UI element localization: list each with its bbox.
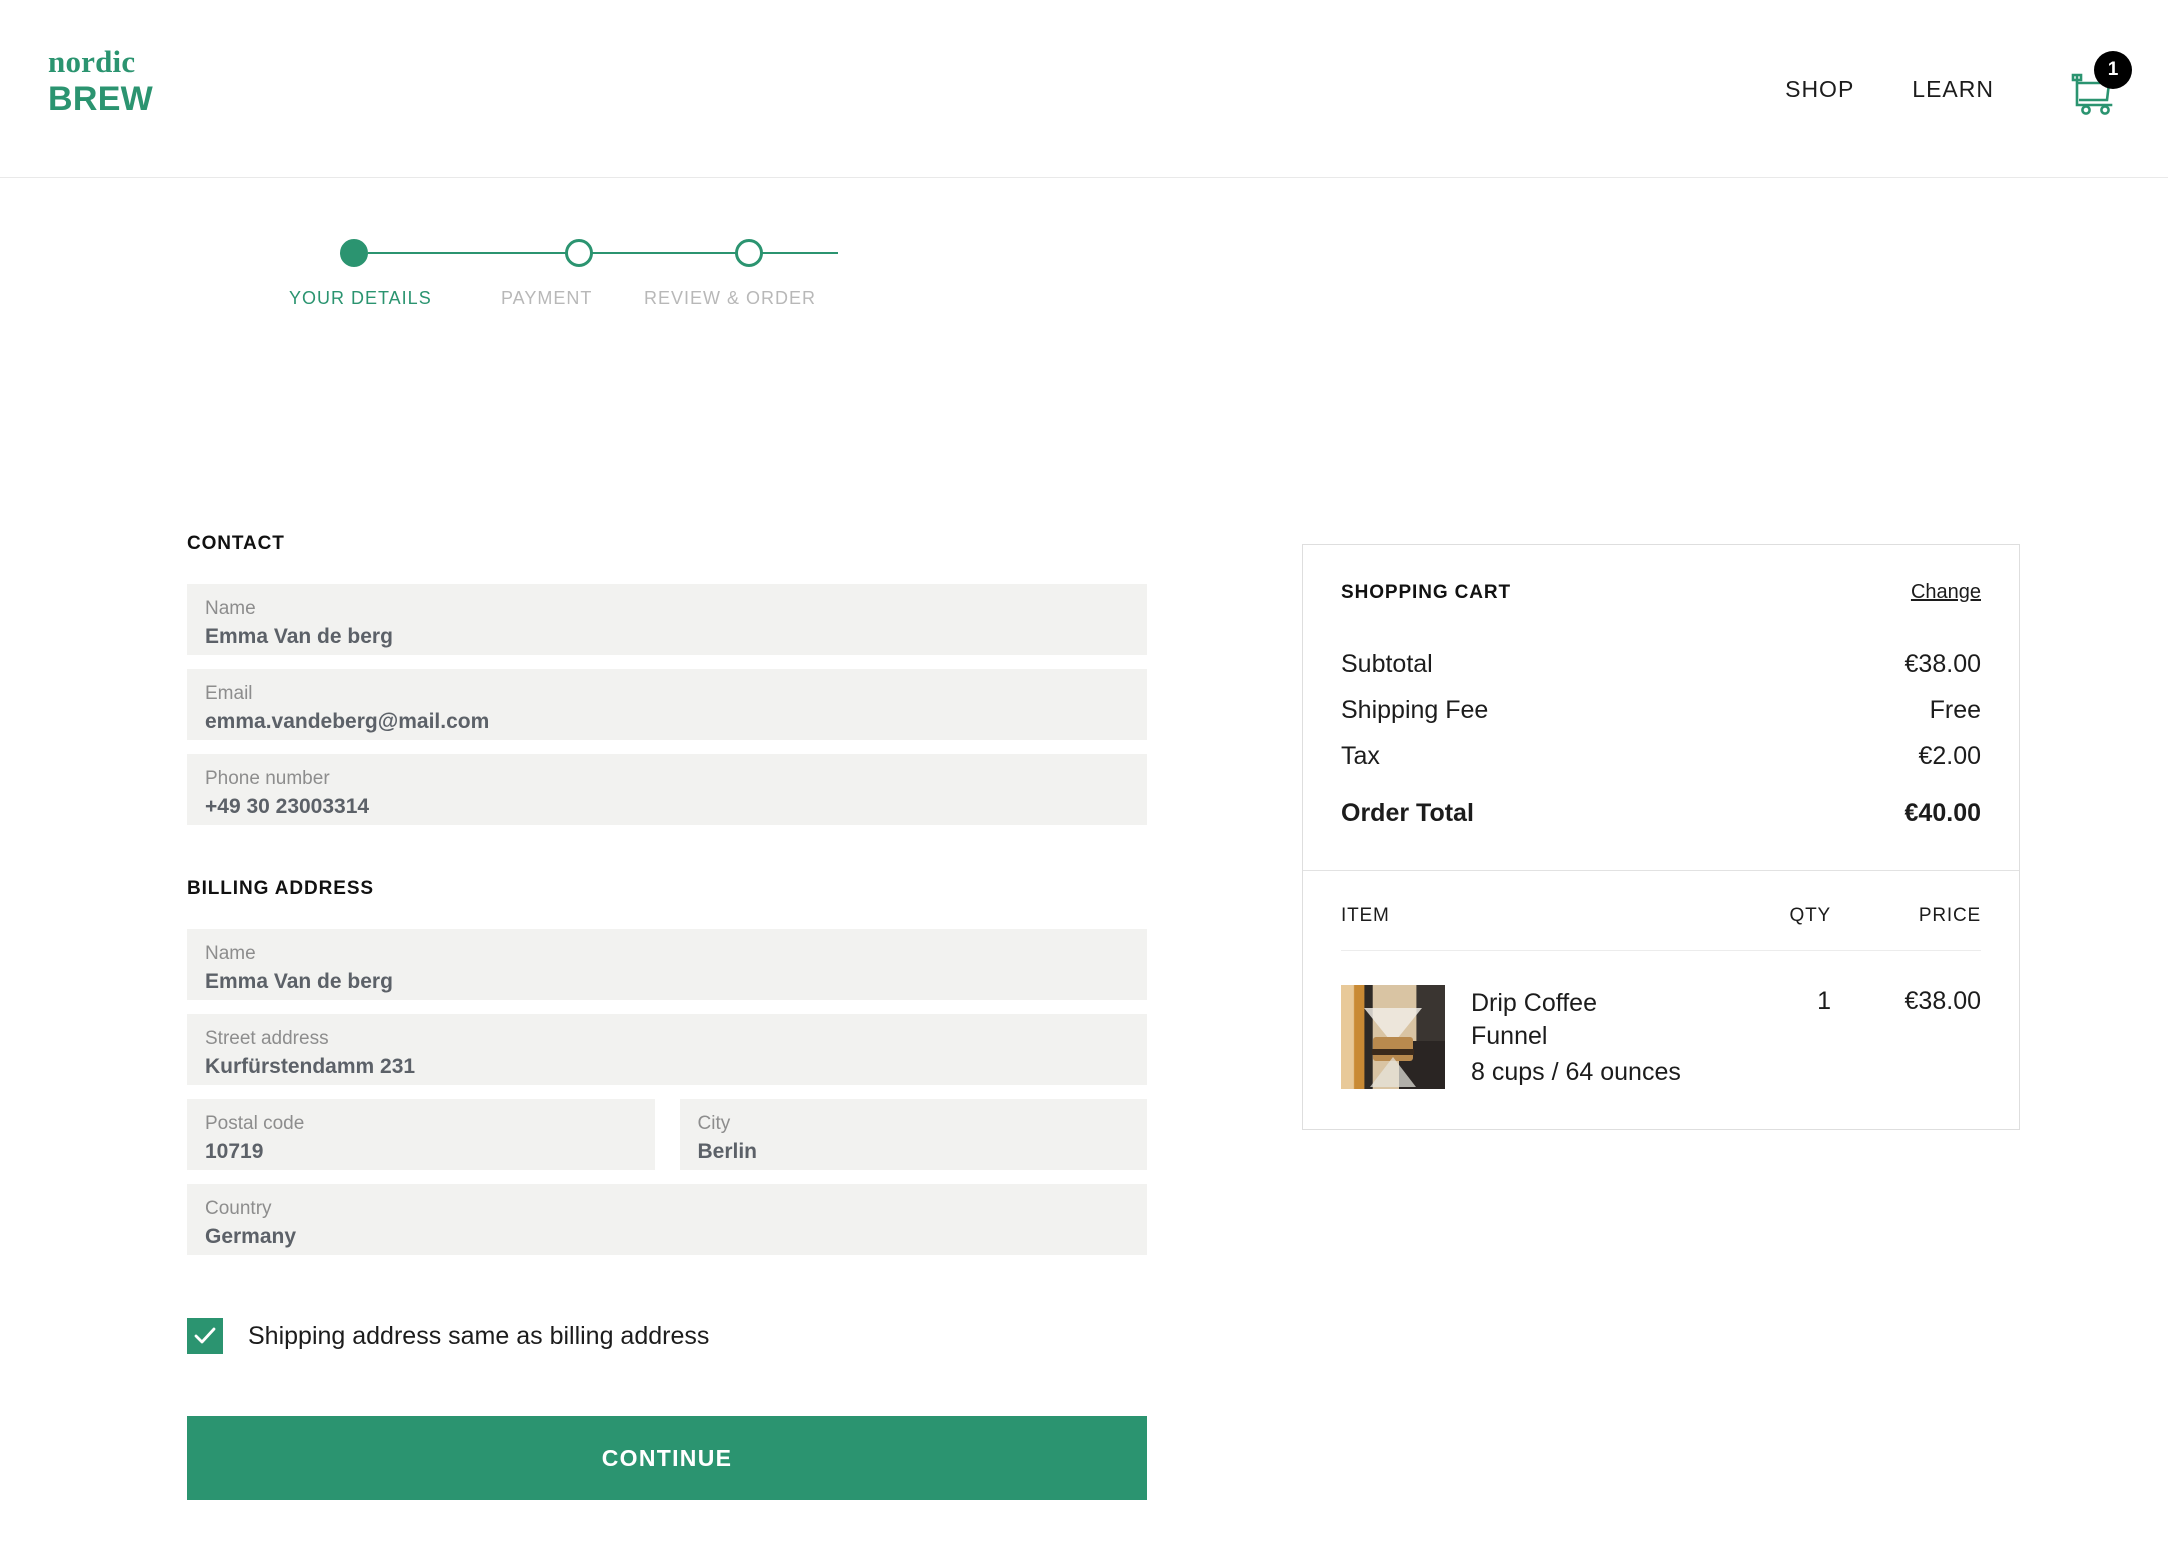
cart-change-link[interactable]: Change <box>1911 581 1981 604</box>
billing-city-field[interactable]: City Berlin <box>679 1099 1147 1170</box>
stepper-label-payment: PAYMENT <box>501 288 593 308</box>
billing-postal-label: Postal code <box>205 1113 305 1134</box>
contact-section-title: CONTACT <box>187 533 285 554</box>
cart-order-total-value: €40.00 <box>1904 799 1981 827</box>
cart-items-table: ITEM QTY PRICE Drip Coffee Funnel 8 cups… <box>1303 871 2019 1129</box>
cart-subtotal-value: €38.00 <box>1904 650 1981 678</box>
billing-postal-city-row: Postal code 10719 City Berlin <box>187 1099 1147 1170</box>
checkbox-box <box>187 1318 223 1354</box>
stepper-node-review-order[interactable] <box>735 239 763 267</box>
contact-phone-value: +49 30 23003314 <box>205 794 370 818</box>
cart-item-qty: 1 <box>1817 987 1831 1015</box>
billing-street-value: Kurfürstendamm 231 <box>205 1054 416 1078</box>
contact-name-value: Emma Van de berg <box>205 624 393 648</box>
cart-shipping-value: Free <box>1929 696 1981 724</box>
product-thumbnail <box>1341 985 1445 1089</box>
brand-logo[interactable]: nordic BREW <box>48 46 153 116</box>
billing-postal-value: 10719 <box>205 1139 264 1163</box>
cart-tax-row: Tax €2.00 <box>1341 742 1981 771</box>
billing-city-value: Berlin <box>697 1139 758 1163</box>
column-header-price: PRICE <box>1918 905 1981 926</box>
billing-section-title: BILLING ADDRESS <box>187 878 374 899</box>
contact-name-field[interactable]: Name Emma Van de berg <box>187 584 1147 655</box>
stepper-node-payment[interactable] <box>565 239 593 267</box>
cart-summary: SHOPPING CART Change Subtotal €38.00 Shi… <box>1303 545 2019 870</box>
shipping-same-as-billing-checkbox[interactable]: Shipping address same as billing address <box>187 1318 709 1354</box>
cart-tax-value: €2.00 <box>1918 742 1981 770</box>
logo-word-nordic: nordic <box>48 44 136 79</box>
billing-name-value: Emma Van de berg <box>205 969 393 993</box>
cart-count-badge: 1 <box>2094 51 2132 89</box>
cart-items-header-row: ITEM QTY PRICE <box>1341 905 1981 951</box>
cart-item-main: Drip Coffee Funnel 8 cups / 64 ounces <box>1341 985 1711 1089</box>
thumbnail-leather-strap <box>1372 1049 1414 1056</box>
billing-country-label: Country <box>205 1198 272 1219</box>
cart-header: SHOPPING CART Change <box>1341 581 1981 604</box>
contact-email-field[interactable]: Email emma.vandeberg@mail.com <box>187 669 1147 740</box>
continue-button[interactable]: CONTINUE <box>187 1416 1147 1500</box>
nav-link-shop[interactable]: SHOP <box>1785 76 1854 103</box>
contact-name-label: Name <box>205 598 256 619</box>
main-nav: SHOP LEARN 1 <box>1785 0 2132 178</box>
billing-postal-field[interactable]: Postal code 10719 <box>187 1099 655 1170</box>
cart-item-name: Drip Coffee Funnel <box>1471 989 1597 1051</box>
stepper-node-your-details[interactable] <box>340 239 368 267</box>
cart-order-total-row: Order Total €40.00 <box>1341 799 1981 828</box>
billing-country-field[interactable]: Country Germany <box>187 1184 1147 1255</box>
shopping-cart-panel: SHOPPING CART Change Subtotal €38.00 Shi… <box>1302 544 2020 1130</box>
shipping-same-as-billing-label: Shipping address same as billing address <box>248 1321 710 1350</box>
stepper-track <box>340 233 980 273</box>
billing-name-label: Name <box>205 943 256 964</box>
stepper-label-review-order: REVIEW & ORDER <box>644 288 817 308</box>
contact-email-label: Email <box>205 683 253 704</box>
cart-button[interactable]: 1 <box>2066 51 2132 119</box>
stepper-connector-line <box>368 252 838 254</box>
site-header: nordic BREW SHOP LEARN 1 <box>0 0 2168 178</box>
billing-street-field[interactable]: Street address Kurfürstendamm 231 <box>187 1014 1147 1085</box>
billing-country-value: Germany <box>205 1224 297 1248</box>
cart-item-price: €38.00 <box>1904 987 1981 1015</box>
check-icon <box>194 1327 216 1344</box>
cart-order-total-label: Order Total <box>1341 799 1474 827</box>
checkout-form: CONTACT Name Emma Van de berg Email emma… <box>187 533 1147 1500</box>
billing-name-field[interactable]: Name Emma Van de berg <box>187 929 1147 1000</box>
table-row: Drip Coffee Funnel 8 cups / 64 ounces 1 … <box>1341 951 1981 1089</box>
column-header-qty: QTY <box>1789 905 1831 926</box>
cart-subtotal-row: Subtotal €38.00 <box>1341 650 1981 679</box>
logo-word-brew: BREW <box>48 80 154 118</box>
cart-title: SHOPPING CART <box>1341 582 1512 603</box>
contact-phone-label: Phone number <box>205 768 330 789</box>
contact-email-value: emma.vandeberg@mail.com <box>205 709 490 733</box>
column-header-item: ITEM <box>1341 905 1390 926</box>
cart-tax-label: Tax <box>1341 742 1380 770</box>
checkout-page: YOUR DETAILS PAYMENT REVIEW & ORDER CONT… <box>0 178 2168 1552</box>
cart-item-variant: 8 cups / 64 ounces <box>1471 1057 1681 1086</box>
billing-street-label: Street address <box>205 1028 329 1049</box>
cart-shipping-row: Shipping Fee Free <box>1341 696 1981 725</box>
cart-shipping-label: Shipping Fee <box>1341 696 1489 724</box>
stepper-label-your-details: YOUR DETAILS <box>289 288 432 308</box>
contact-phone-field[interactable]: Phone number +49 30 23003314 <box>187 754 1147 825</box>
cart-item-text: Drip Coffee Funnel 8 cups / 64 ounces <box>1471 985 1681 1089</box>
nav-link-learn[interactable]: LEARN <box>1912 76 1994 103</box>
checkout-stepper: YOUR DETAILS PAYMENT REVIEW & ORDER <box>289 233 980 343</box>
billing-city-label: City <box>697 1113 731 1134</box>
cart-subtotal-label: Subtotal <box>1341 650 1433 678</box>
thumbnail-glass-base <box>1370 1056 1416 1087</box>
